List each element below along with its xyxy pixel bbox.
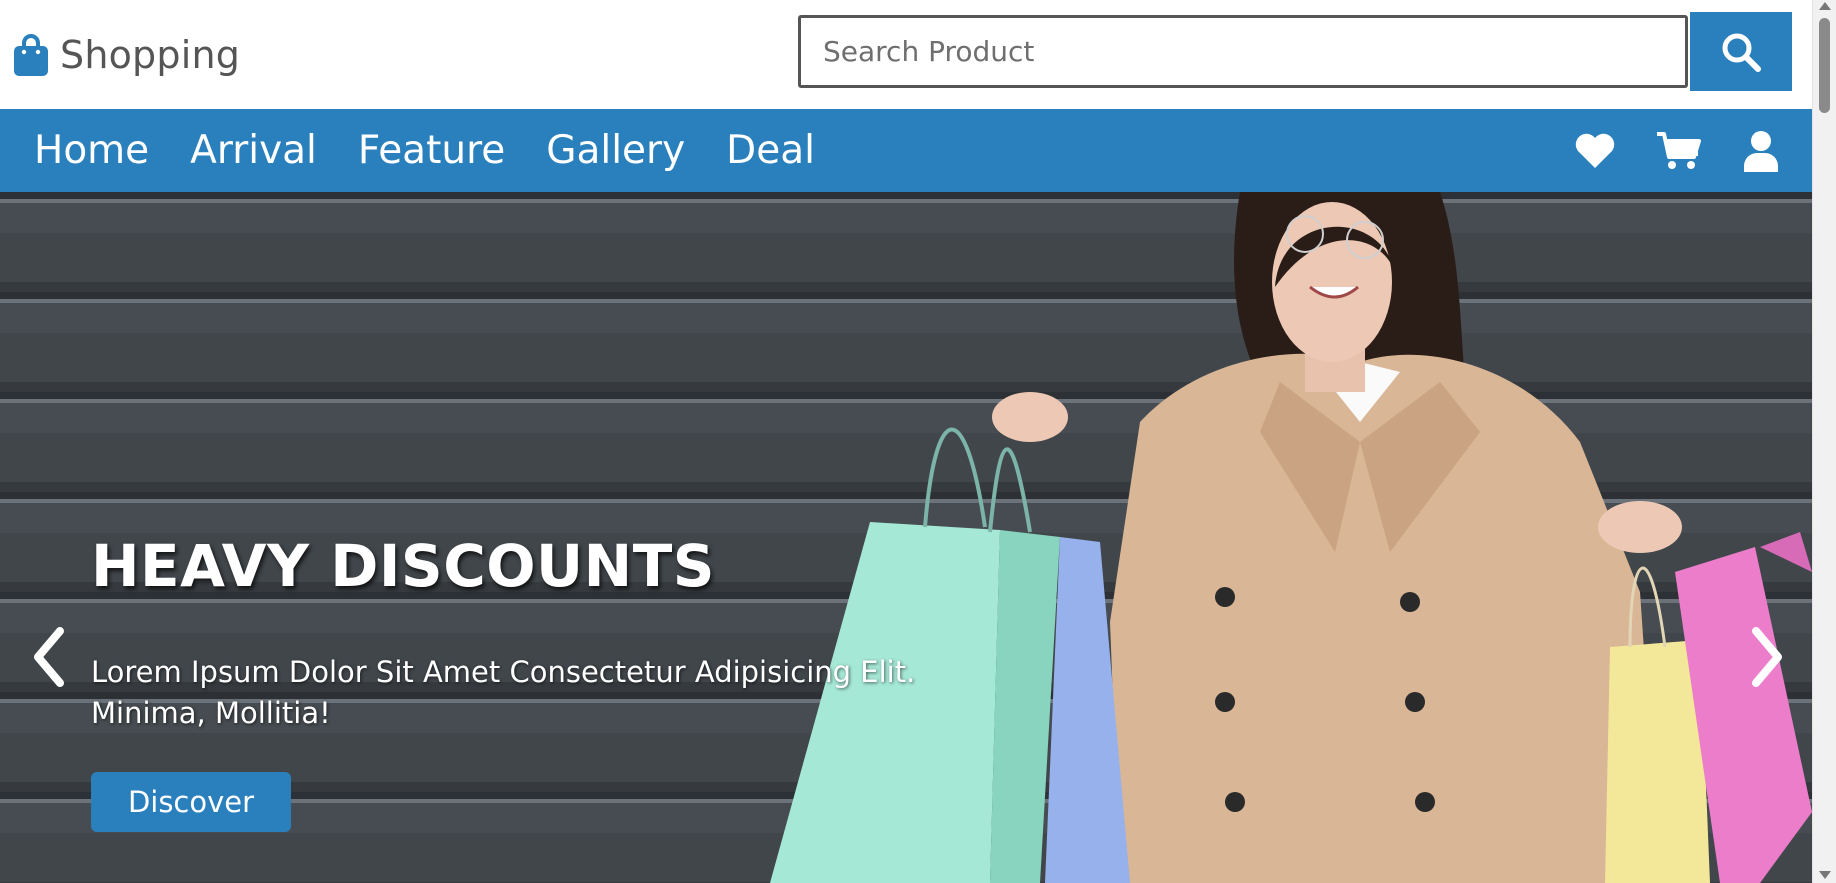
cart-icon (1657, 131, 1701, 169)
woman-with-shopping-bags-image (770, 192, 1812, 883)
discover-button[interactable]: Discover (91, 772, 291, 832)
heart-icon (1575, 133, 1615, 168)
slider-prev-button[interactable] (28, 622, 68, 692)
hero-banner: HEAVY DISCOUNTS Lorem Ipsum Dolor Sit Am… (0, 192, 1812, 883)
user-icon (1744, 130, 1778, 172)
cart-button[interactable] (1656, 131, 1702, 171)
search-icon (1722, 33, 1761, 72)
nav-icons (1534, 109, 1780, 192)
account-button[interactable] (1742, 130, 1780, 172)
scrollbar-thumb[interactable] (1819, 18, 1830, 113)
page-scrollbar[interactable] (1812, 0, 1836, 883)
search-button[interactable] (1690, 12, 1792, 91)
scroll-down-arrow-icon[interactable] (1819, 871, 1831, 879)
hero-description: Lorem Ipsum Dolor Sit Amet Consectetur A… (91, 655, 916, 730)
search-input[interactable] (798, 15, 1688, 88)
nav-link-arrival[interactable]: Arrival (190, 128, 317, 173)
wishlist-button[interactable] (1574, 132, 1616, 170)
slider-next-button[interactable] (1748, 622, 1788, 692)
nav-link-home[interactable]: Home (34, 128, 149, 173)
nav-links: Home Arrival Feature Gallery Deal (34, 109, 856, 192)
brand-name: Shopping (60, 33, 241, 77)
nav-link-feature[interactable]: Feature (358, 128, 505, 173)
nav-link-deal[interactable]: Deal (726, 128, 815, 173)
main-nav: Home Arrival Feature Gallery Deal (0, 109, 1812, 192)
nav-link-gallery[interactable]: Gallery (546, 128, 685, 173)
scroll-up-arrow-icon[interactable] (1819, 2, 1831, 10)
chevron-left-icon (34, 627, 64, 687)
shopping-bag-icon (14, 34, 48, 76)
search-bar (798, 12, 1792, 91)
brand-logo[interactable]: Shopping (12, 33, 240, 77)
site-header: Shopping (0, 0, 1812, 109)
hero-title: HEAVY DISCOUNTS (91, 532, 716, 600)
chevron-right-icon (1752, 627, 1782, 687)
